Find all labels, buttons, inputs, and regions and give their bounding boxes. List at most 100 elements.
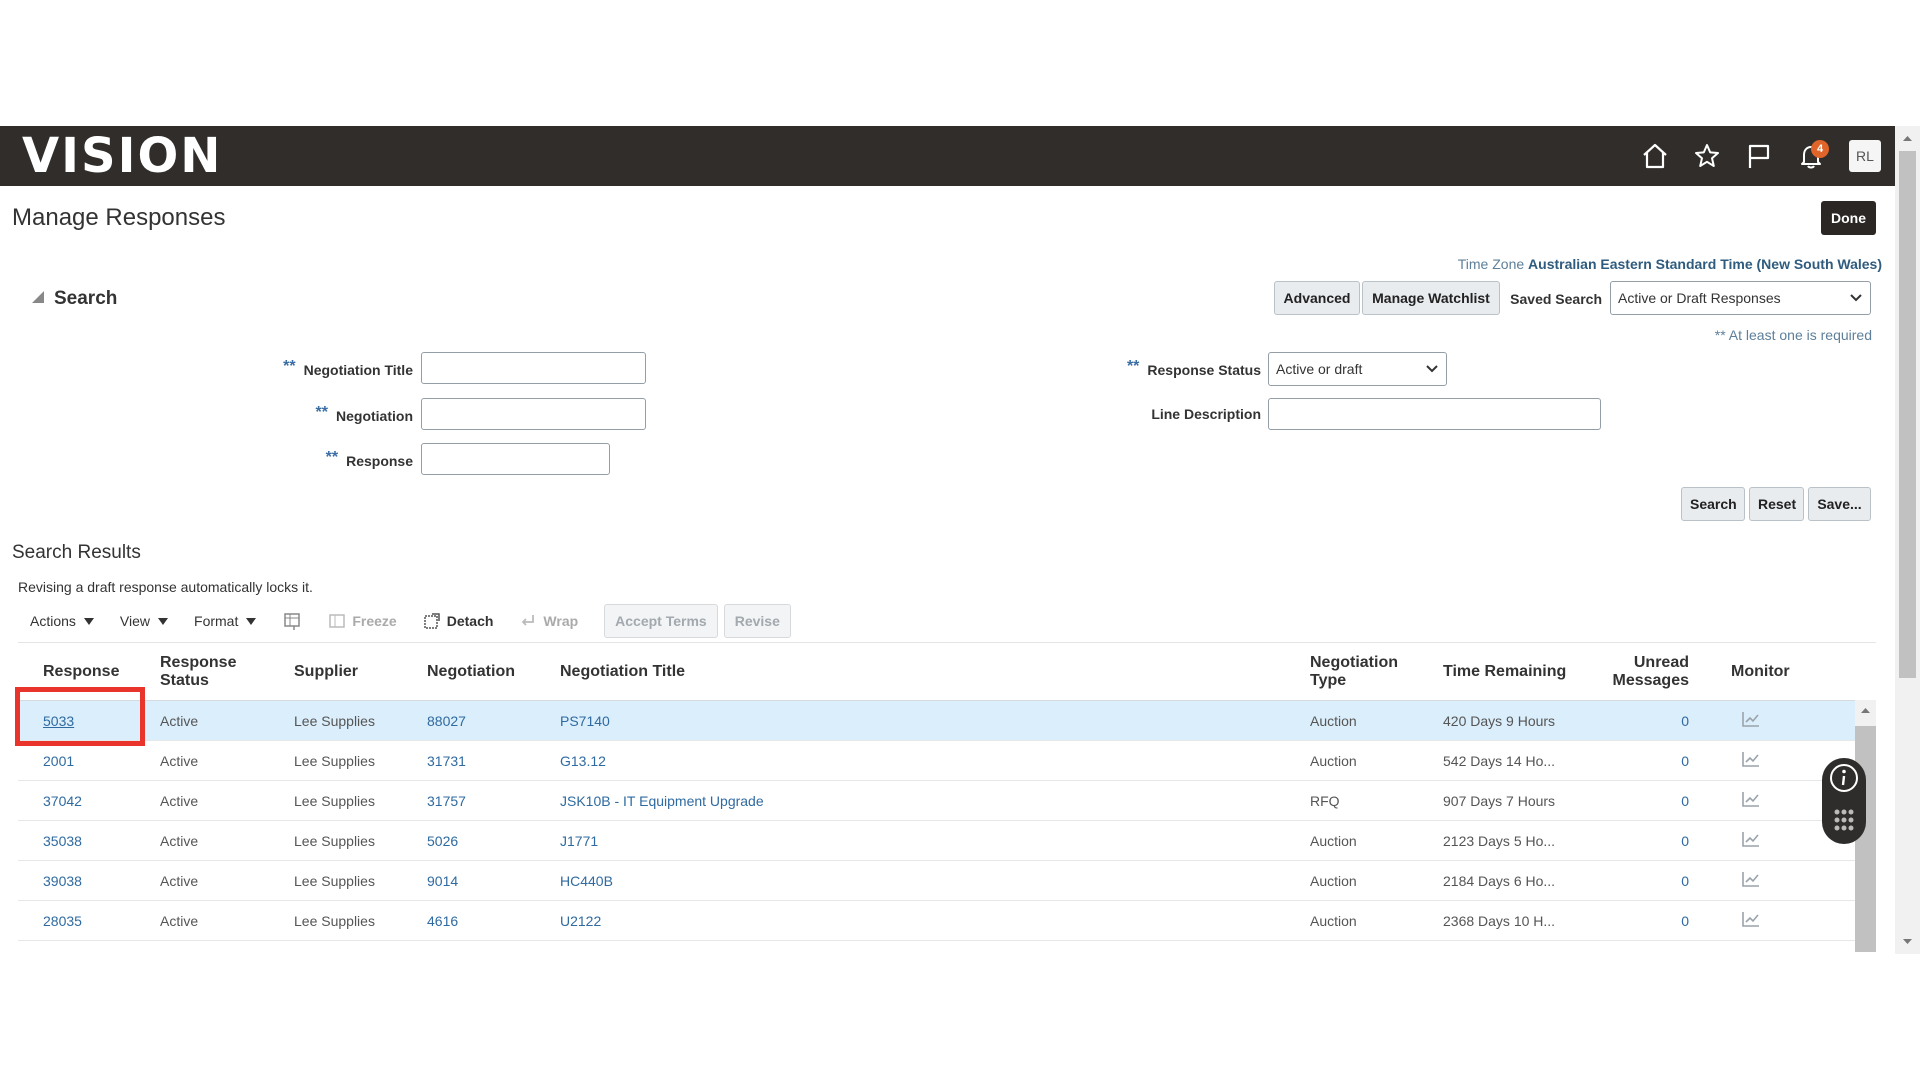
table-row[interactable]: 2001 Active Lee Supplies 31731 G13.12 Auction… (18, 740, 1856, 781)
accept-terms-button[interactable]: Accept Terms (604, 604, 718, 638)
negotiation-title-link[interactable]: U2122 (552, 900, 1302, 941)
chevron-down-icon (1426, 365, 1438, 373)
scroll-up-icon[interactable] (1855, 700, 1876, 720)
negotiation-input[interactable] (421, 398, 646, 430)
revise-button[interactable]: Revise (723, 604, 791, 638)
supplier-cell: Lee Supplies (286, 860, 419, 901)
negotiation-type-cell: Auction (1302, 860, 1435, 901)
actions-label: Actions (30, 613, 76, 629)
response-status-select[interactable]: Active or draft (1268, 352, 1447, 386)
freeze-icon (329, 614, 346, 628)
time-remaining-cell: 542 Days 14 Ho... (1435, 740, 1585, 781)
negotiation-link[interactable]: 4616 (419, 900, 552, 941)
response-status-label: ** Response Status (1000, 358, 1261, 378)
unread-messages-link[interactable]: 0 (1585, 860, 1697, 901)
scroll-up-icon[interactable] (1895, 128, 1920, 148)
column-header-unread[interactable]: Unread Messages (1585, 643, 1697, 701)
bell-icon[interactable]: 4 (1785, 136, 1837, 176)
table-row[interactable]: 37042 Active Lee Supplies 31757 JSK10B - IT … (18, 780, 1856, 821)
unread-messages-link[interactable]: 0 (1585, 820, 1697, 861)
time-remaining-cell: 420 Days 9 Hours (1435, 700, 1585, 741)
supplier-cell: Lee Supplies (286, 700, 419, 741)
table-row[interactable]: 39038 Active Lee Supplies 9014 HC440B Auction… (18, 860, 1856, 901)
unread-messages-link[interactable]: 0 (1585, 780, 1697, 821)
reset-button[interactable]: Reset (1749, 487, 1804, 521)
monitor-chart-icon[interactable] (1697, 700, 1856, 741)
save-button[interactable]: Save... (1808, 487, 1871, 521)
negotiation-title-link[interactable]: JSK10B - IT Equipment Upgrade (552, 780, 1302, 821)
column-header-supplier[interactable]: Supplier (286, 643, 419, 701)
wrap-label: Wrap (543, 613, 579, 629)
negotiation-link[interactable]: 31731 (419, 740, 552, 781)
negotiation-title-link[interactable]: HC440B (552, 860, 1302, 901)
query-by-example-icon[interactable] (282, 611, 302, 631)
negotiation-type-cell: Auction (1302, 900, 1435, 941)
negotiation-title-link[interactable]: PS7140 (552, 700, 1302, 741)
column-header-monitor[interactable]: Monitor (1697, 643, 1856, 701)
home-icon[interactable] (1629, 136, 1681, 176)
column-header-type[interactable]: Negotiation Type (1302, 643, 1435, 701)
scroll-down-icon[interactable] (1895, 932, 1920, 952)
star-icon[interactable] (1681, 136, 1733, 176)
negotiation-title-input[interactable] (421, 352, 646, 384)
done-button[interactable]: Done (1821, 201, 1876, 235)
wrap-button[interactable]: Wrap (519, 612, 578, 630)
page-scrollbar-thumb[interactable] (1899, 151, 1916, 678)
saved-search-select[interactable]: Active or Draft Responses (1610, 281, 1871, 315)
user-avatar[interactable]: RL (1849, 140, 1881, 172)
response-link[interactable]: 39038 (18, 860, 152, 901)
supplier-cell: Lee Supplies (286, 740, 419, 781)
unread-messages-link[interactable]: 0 (1585, 900, 1697, 941)
response-label: ** Response (200, 449, 413, 469)
response-label-text: Response (346, 453, 413, 469)
unread-messages-link[interactable]: 0 (1585, 740, 1697, 781)
search-button[interactable]: Search (1681, 487, 1745, 521)
table-row[interactable]: 5033 Active Lee Supplies 88027 PS7140 Auction… (18, 700, 1856, 741)
format-menu[interactable]: Format (194, 613, 257, 629)
monitor-chart-icon[interactable] (1697, 900, 1856, 941)
column-header-negotiation[interactable]: Negotiation (419, 643, 552, 701)
results-table: Response Response Status Supplier Negoti… (18, 642, 1876, 953)
manage-watchlist-button[interactable]: Manage Watchlist (1362, 281, 1500, 315)
header-icons: 4 RL (1629, 136, 1881, 176)
search-section-toggle[interactable]: Search (32, 288, 117, 310)
caret-down-icon (158, 617, 169, 625)
negotiation-link[interactable]: 9014 (419, 860, 552, 901)
negotiation-link[interactable]: 88027 (419, 700, 552, 741)
response-input[interactable] (421, 443, 610, 475)
advanced-button[interactable]: Advanced (1274, 281, 1360, 315)
flag-icon[interactable] (1733, 136, 1785, 176)
column-header-status[interactable]: Response Status (152, 643, 286, 701)
freeze-label: Freeze (352, 613, 397, 629)
negotiation-link[interactable]: 5026 (419, 820, 552, 861)
timezone-value: Australian Eastern Standard Time (New So… (1528, 256, 1882, 272)
table-row[interactable]: 35038 Active Lee Supplies 5026 J1771 Auction 2… (18, 820, 1856, 861)
vision-logo[interactable]: VISION (22, 132, 222, 180)
table-row[interactable]: 28035 Active Lee Supplies 4616 U2122 Auction 2… (18, 900, 1856, 941)
negotiation-title-link[interactable]: J1771 (552, 820, 1302, 861)
page-scrollbar[interactable] (1895, 126, 1920, 954)
column-header-time[interactable]: Time Remaining (1435, 643, 1585, 701)
floating-help-widget[interactable] (1822, 758, 1866, 844)
info-icon[interactable] (1822, 758, 1866, 798)
response-link[interactable]: 35038 (18, 820, 152, 861)
response-link[interactable]: 37042 (18, 780, 152, 821)
freeze-button[interactable]: Freeze (328, 612, 397, 630)
negotiation-title-link[interactable]: G13.12 (552, 740, 1302, 781)
actions-menu[interactable]: Actions (30, 613, 94, 629)
grid-dots-icon[interactable] (1822, 803, 1866, 843)
response-link[interactable]: 2001 (18, 740, 152, 781)
negotiation-link[interactable]: 31757 (419, 780, 552, 821)
unread-messages-link[interactable]: 0 (1585, 700, 1697, 741)
required-marker: ** (1126, 358, 1140, 375)
caret-down-icon (246, 617, 257, 625)
view-menu[interactable]: View (120, 613, 169, 629)
line-description-input[interactable] (1268, 398, 1601, 430)
highlight-annotation (15, 687, 145, 746)
column-header-title[interactable]: Negotiation Title (552, 643, 1302, 701)
detach-button[interactable]: Detach (423, 612, 493, 630)
response-link[interactable]: 28035 (18, 900, 152, 941)
response-status-cell: Active (152, 780, 286, 821)
negotiation-title-label-text: Negotiation Title (303, 362, 413, 378)
monitor-chart-icon[interactable] (1697, 860, 1856, 901)
